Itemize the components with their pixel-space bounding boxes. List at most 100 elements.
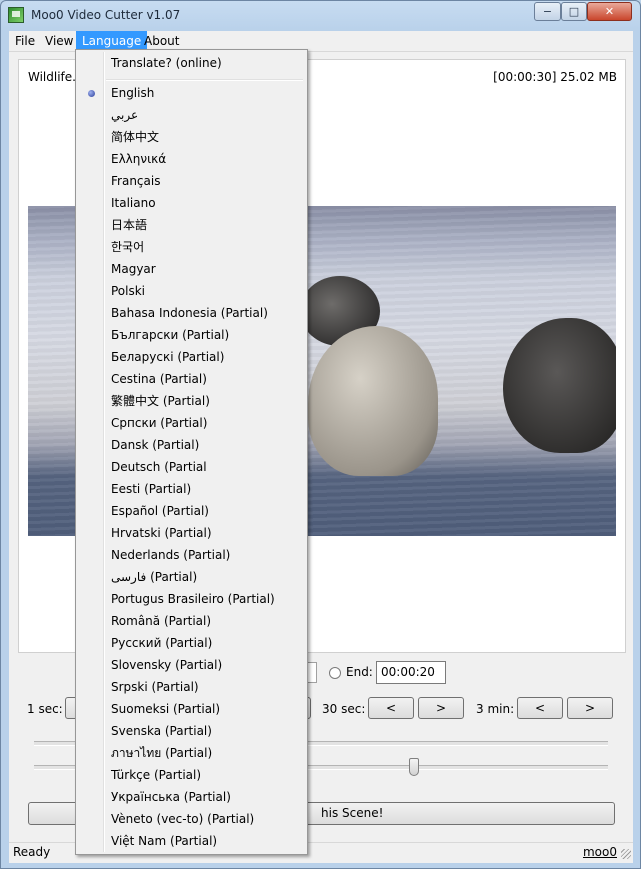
step-label-30sec: 30 sec: [322, 702, 366, 716]
menu-item-language[interactable]: Русский (Partial) [78, 632, 305, 654]
menu-item-label: Cestina (Partial) [111, 372, 207, 386]
menu-item-label: Română (Partial) [111, 614, 212, 628]
menu-item-language[interactable]: Magyar [78, 258, 305, 280]
menu-item-label: 繁體中文 (Partial) [111, 394, 210, 408]
menu-item-label: Svenska (Partial) [111, 724, 212, 738]
menu-item-language[interactable]: Dansk (Partial) [78, 434, 305, 456]
menu-item-label: ภาษาไทย (Partial) [111, 746, 213, 760]
menu-item-language[interactable]: English [78, 82, 305, 104]
menu-item-language[interactable]: Slovensky (Partial) [78, 654, 305, 676]
menu-separator [106, 79, 303, 81]
menu-item-label: Bahasa Indonesia (Partial) [111, 306, 268, 320]
end-label: End: [346, 665, 373, 679]
seal-shape [308, 326, 438, 476]
menu-item-language[interactable]: Vèneto (vec-to) (Partial) [78, 808, 305, 830]
minimize-icon: − [542, 5, 553, 18]
menu-item-label: Беларускі (Partial) [111, 350, 225, 364]
menu-item-language[interactable]: Srpski (Partial) [78, 676, 305, 698]
menu-item-language[interactable]: فارسی (Partial) [78, 566, 305, 588]
menu-item-language[interactable]: Deutsch (Partial [78, 456, 305, 478]
menu-item-language[interactable]: Ελληνικά [78, 148, 305, 170]
seal-shape [503, 318, 616, 453]
step-30sec-next-button[interactable]: > [418, 697, 464, 719]
menu-item-label: 日本語 [111, 218, 148, 232]
menu-item-language[interactable]: Français [78, 170, 305, 192]
menu-item-label: Türkçe (Partial) [111, 768, 202, 782]
resize-grip-icon[interactable] [621, 849, 631, 859]
menu-item-language[interactable]: Українська (Partial) [78, 786, 305, 808]
menu-item-label: Portugus Brasileiro (Partial) [111, 592, 275, 606]
menu-item-translate[interactable]: Translate? (online) [78, 52, 305, 74]
menu-item-label: Vèneto (vec-to) (Partial) [111, 812, 255, 826]
menu-item-label: Русский (Partial) [111, 636, 213, 650]
cut-scene-label: his Scene! [321, 806, 384, 820]
menu-item-label: Hrvatski (Partial) [111, 526, 212, 540]
menu-item-label: Magyar [111, 262, 156, 276]
step-3min-prev-button[interactable]: < [517, 697, 563, 719]
language-menu: Translate? (online) English عربي 简体中文 Ελλην… [75, 49, 308, 855]
menu-item-language[interactable]: Nederlands (Partial) [78, 544, 305, 566]
menu-language[interactable]: Language [76, 31, 148, 51]
menu-item-label: Dansk (Partial) [111, 438, 200, 452]
menu-item-label: Italiano [111, 196, 156, 210]
menu-item-language[interactable]: Српски (Partial) [78, 412, 305, 434]
menu-item-label: Deutsch (Partial [111, 460, 207, 474]
menu-item-language[interactable]: Беларускі (Partial) [78, 346, 305, 368]
menu-item-label: Српски (Partial) [111, 416, 208, 430]
menu-item-label: Eesti (Partial) [111, 482, 192, 496]
menu-item-language[interactable]: 简体中文 [78, 126, 305, 148]
app-icon [8, 7, 24, 23]
maximize-icon: □ [568, 5, 580, 18]
menu-item-language[interactable]: Eesti (Partial) [78, 478, 305, 500]
menu-item-language[interactable]: Türkçe (Partial) [78, 764, 305, 786]
menu-item-language[interactable]: Svenska (Partial) [78, 720, 305, 742]
menu-item-label: 简体中文 [111, 130, 160, 144]
end-radio[interactable] [329, 667, 341, 679]
menu-item-language[interactable]: 한국어 [78, 236, 305, 258]
menu-file[interactable]: File [9, 31, 41, 51]
menu-item-language[interactable]: Portugus Brasileiro (Partial) [78, 588, 305, 610]
file-info: [00:00:30] 25.02 MB [493, 70, 617, 84]
menu-item-language[interactable]: Bahasa Indonesia (Partial) [78, 302, 305, 324]
menu-item-label: Български (Partial) [111, 328, 230, 342]
menu-item-language[interactable]: Việt Nam (Partial) [78, 830, 305, 852]
position-slider-thumb[interactable] [409, 758, 419, 776]
moo0-link[interactable]: moo0 [583, 845, 617, 859]
radio-selected-icon [88, 90, 95, 97]
menu-item-label: Slovensky (Partial) [111, 658, 223, 672]
close-button[interactable]: ✕ [587, 2, 632, 21]
end-time-field[interactable]: 00:00:20 [376, 661, 446, 684]
title-bar[interactable]: Moo0 Video Cutter v1.07 − □ ✕ [1, 1, 640, 30]
menu-item-label: Español (Partial) [111, 504, 209, 518]
menu-item-language[interactable]: Italiano [78, 192, 305, 214]
menu-about[interactable]: About [138, 31, 185, 51]
menu-item-label: Translate? (online) [111, 56, 222, 70]
menu-item-language[interactable]: 日本語 [78, 214, 305, 236]
menu-item-language[interactable]: Hrvatski (Partial) [78, 522, 305, 544]
menu-item-language[interactable]: ภาษาไทย (Partial) [78, 742, 305, 764]
step-3min-next-button[interactable]: > [567, 697, 613, 719]
menu-item-language[interactable]: Română (Partial) [78, 610, 305, 632]
menu-item-language[interactable]: Български (Partial) [78, 324, 305, 346]
status-text: Ready [13, 845, 51, 859]
menu-item-language[interactable]: Cestina (Partial) [78, 368, 305, 390]
maximize-button[interactable]: □ [561, 2, 587, 21]
menu-item-label: Français [111, 174, 161, 188]
menu-item-label: Polski [111, 284, 146, 298]
menu-item-label: English [111, 86, 155, 100]
menu-item-label: 한국어 [111, 240, 145, 254]
menu-item-label: Việt Nam (Partial) [111, 834, 218, 848]
step-label-3min: 3 min: [476, 702, 515, 716]
menu-item-language[interactable]: Español (Partial) [78, 500, 305, 522]
menu-item-label: Srpski (Partial) [111, 680, 199, 694]
menu-item-language[interactable]: Suomeksi (Partial) [78, 698, 305, 720]
minimize-button[interactable]: − [534, 2, 561, 21]
menu-item-language[interactable]: عربي [78, 104, 305, 126]
menu-item-label: Українська (Partial) [111, 790, 231, 804]
step-30sec-prev-button[interactable]: < [368, 697, 414, 719]
menu-item-label: Ελληνικά [111, 152, 167, 166]
menu-item-language[interactable]: Polski [78, 280, 305, 302]
step-label-1sec: 1 sec: [27, 702, 63, 716]
menu-view[interactable]: View [39, 31, 79, 51]
menu-item-language[interactable]: 繁體中文 (Partial) [78, 390, 305, 412]
